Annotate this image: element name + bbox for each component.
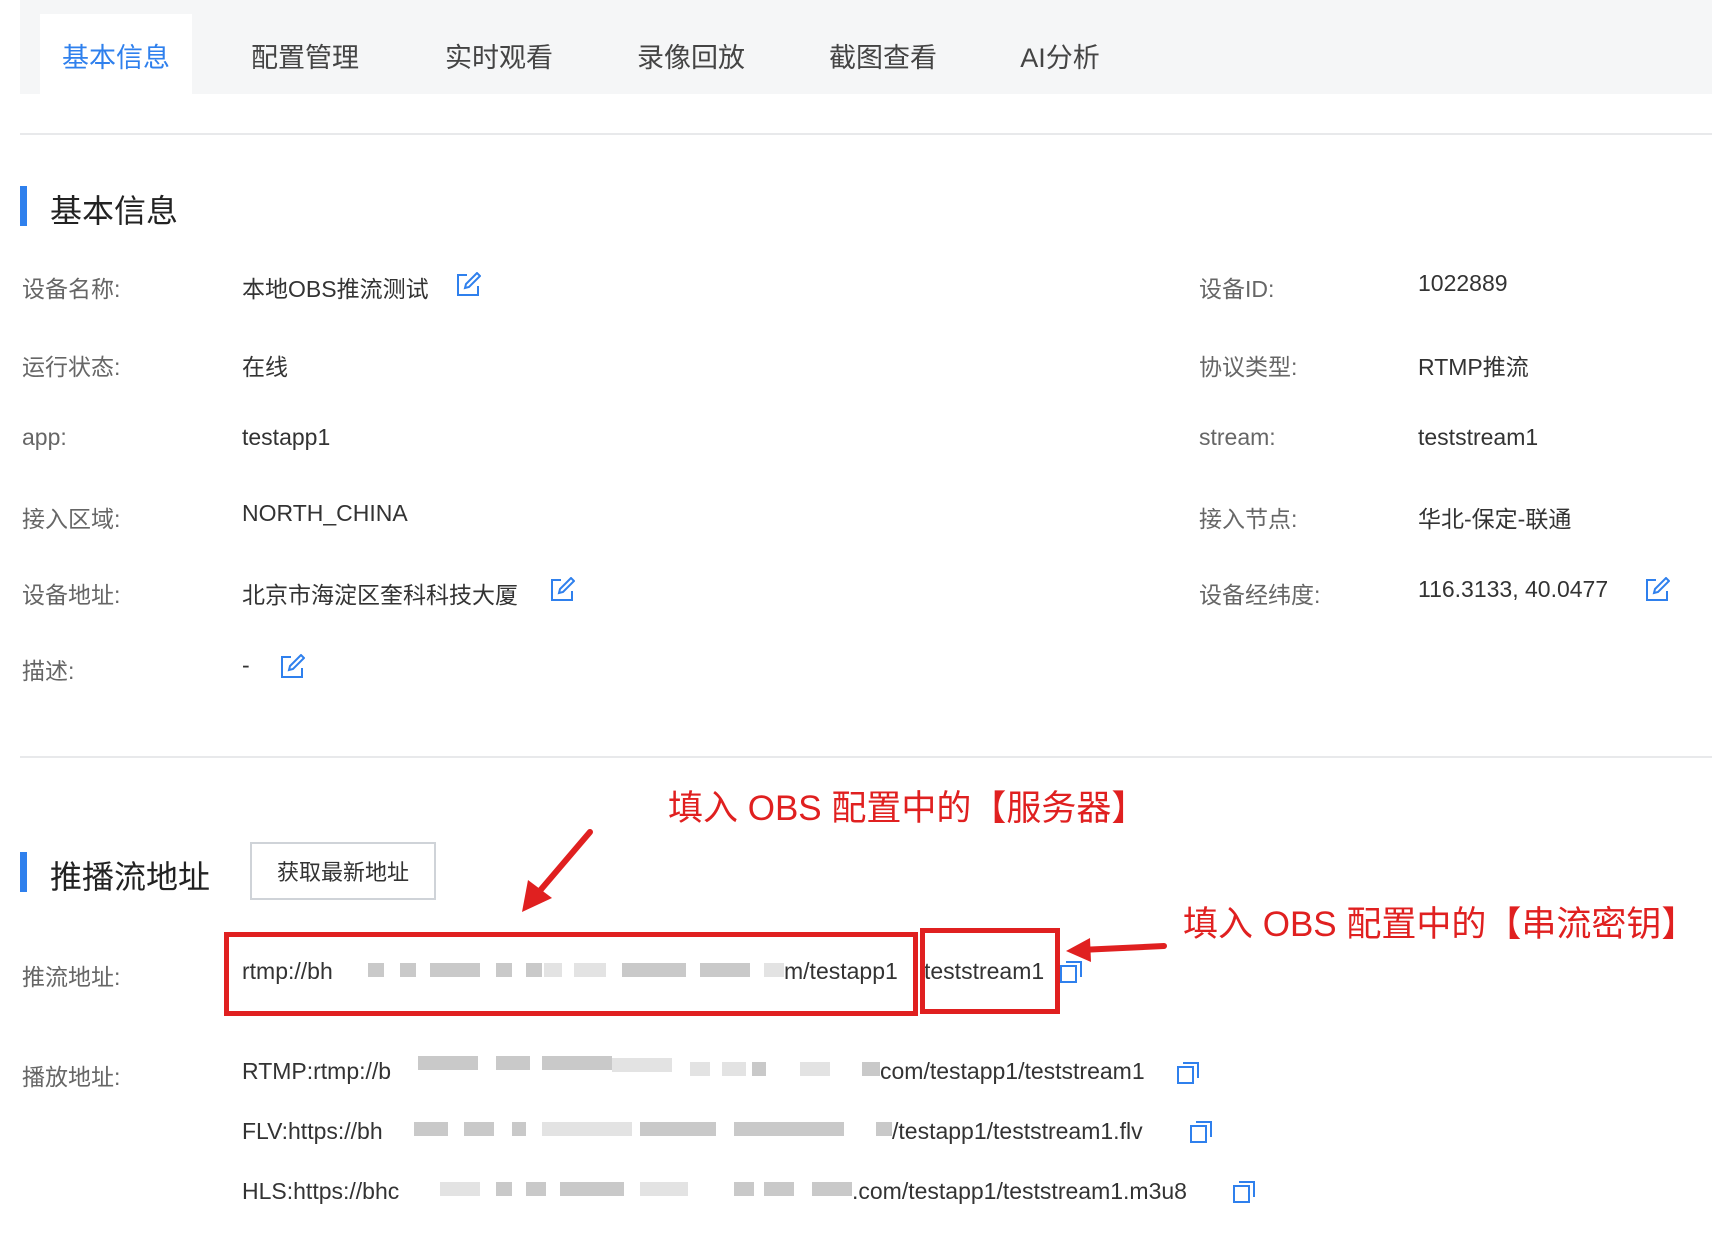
play-hls-prefix: HLS:https://bhc [242,1178,400,1204]
play-flv-prefix: FLV:https://bh [242,1118,383,1144]
copy-icon[interactable] [1232,1180,1256,1204]
section-title-basic: 基本信息 [50,193,179,229]
play-flv-suffix: /testapp1/teststream1.flv [892,1118,1143,1144]
key-highlight-box [920,928,1060,1014]
tab-live[interactable]: 实时观看 [434,14,564,94]
play-hls-suffix: .com/testapp1/teststream1.m3u8 [852,1178,1187,1204]
play-rtmp-prefix: RTMP:rtmp://b [242,1058,392,1084]
divider [20,756,1712,758]
address-label: 设备地址: [22,582,121,608]
device-name-label: 设备名称: [22,276,121,302]
tab-basic-info[interactable]: 基本信息 [40,14,192,94]
status-label: 运行状态: [22,354,121,380]
status-value: 在线 [242,354,288,380]
edit-icon[interactable] [1644,577,1670,603]
section-title-streams: 推播流地址 [50,859,211,895]
copy-icon[interactable] [1189,1120,1213,1144]
app-value: testapp1 [242,424,331,450]
tab-snapshot[interactable]: 截图查看 [818,14,948,94]
play-url-label: 播放地址: [22,1064,121,1090]
protocol-label: 协议类型: [1199,354,1298,380]
desc-label: 描述: [22,658,75,684]
protocol-value: RTMP推流 [1418,354,1529,380]
copy-icon[interactable] [1176,1061,1200,1085]
server-highlight-box [224,932,918,1016]
arrow-icon [522,829,593,912]
refresh-address-button[interactable]: 获取最新地址 [250,842,436,900]
section-marker [20,852,27,892]
device-name-value: 本地OBS推流测试 [242,276,429,302]
tab-playback[interactable]: 录像回放 [626,14,756,94]
arrow-layer [522,829,1167,962]
tab-ai[interactable]: AI分析 [1000,14,1120,94]
play-rtmp-suffix: com/testapp1/teststream1 [880,1058,1145,1084]
region-value: NORTH_CHINA [242,500,408,526]
region-label: 接入区域: [22,506,121,532]
annotation-key: 填入 OBS 配置中的【串流密钥】 [1183,905,1697,944]
coords-label: 设备经纬度: [1199,582,1321,608]
coords-value: 116.3133, 40.0477 [1418,576,1609,602]
edit-icon[interactable] [279,654,305,680]
app-label: app: [22,424,67,450]
arrow-icon [1066,938,1167,962]
push-url-label: 推流地址: [22,964,121,990]
device-id-label: 设备ID: [1199,276,1275,302]
tab-config[interactable]: 配置管理 [240,14,370,94]
address-value: 北京市海淀区奎科科技大厦 [242,582,518,608]
section-marker [20,186,27,226]
edit-icon[interactable] [549,577,575,603]
stream-label: stream: [1199,424,1276,450]
node-value: 华北-保定-联通 [1418,506,1572,532]
annotation-server: 填入 OBS 配置中的【服务器】 [668,789,1147,828]
divider [20,133,1712,135]
edit-icon[interactable] [455,272,481,298]
desc-value: - [242,652,250,678]
device-id-value: 1022889 [1418,270,1508,296]
stream-value: teststream1 [1418,424,1539,450]
node-label: 接入节点: [1199,506,1298,532]
copy-icon[interactable] [1059,960,1083,984]
